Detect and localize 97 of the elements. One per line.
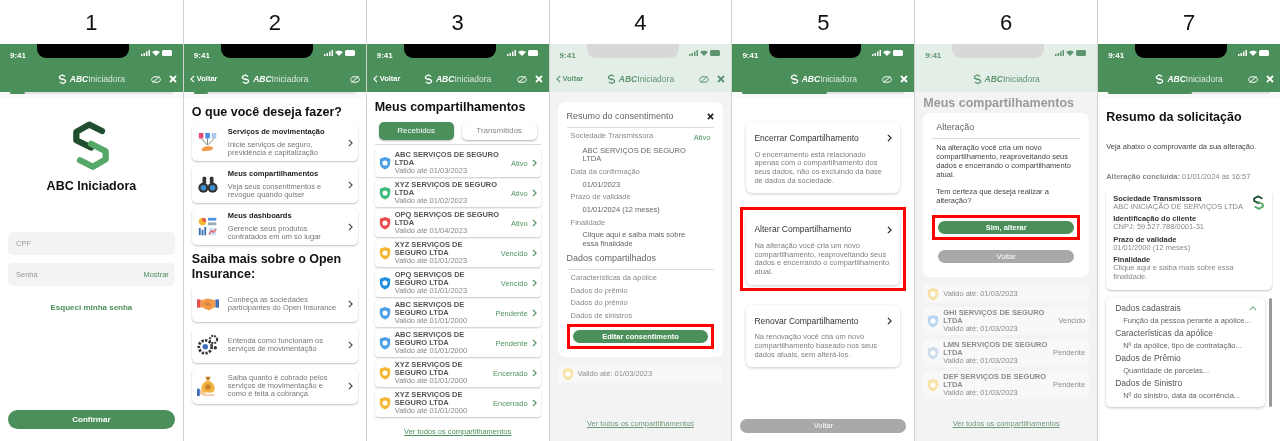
- section-title: Dados compartilhados: [566, 252, 658, 266]
- battery-icon: [1076, 50, 1088, 56]
- clock-time: 9:41: [1108, 50, 1125, 62]
- section-heading: O que você deseja fazer?: [191, 105, 343, 120]
- close-icon[interactable]: [707, 113, 715, 121]
- screen-number: 3: [451, 8, 464, 37]
- section-heading: Saiba mais sobre o Open Insurance:: [191, 252, 343, 282]
- card-title: Renovar Compartilhamento: [754, 314, 859, 328]
- battery-icon: [344, 50, 356, 56]
- chevron-icon: [887, 225, 893, 234]
- network-icon: [196, 131, 219, 154]
- screen-number: 5: [817, 8, 830, 37]
- scrollbar[interactable]: [1269, 297, 1272, 407]
- dialog-title: Resumo do consentimento: [566, 110, 674, 123]
- chevron-icon: [347, 382, 353, 391]
- clock-time: 9:41: [559, 50, 576, 62]
- battery-icon: [1259, 50, 1270, 56]
- signal-icon: [1055, 50, 1065, 56]
- page-title: Meus compartilhamentos: [374, 100, 527, 115]
- wifi-icon: [334, 50, 343, 56]
- signal-icon: [323, 50, 333, 56]
- card-title: Encerrar Compartilhamento: [754, 132, 859, 145]
- chevron-icon: [531, 219, 537, 228]
- brand-name: ABCIniciadora: [253, 72, 309, 86]
- wifi-icon: [700, 50, 709, 56]
- battery-icon: [710, 50, 722, 56]
- battery-icon: [527, 50, 539, 56]
- logo-icon: [424, 73, 433, 85]
- brand-name: ABCIniciadora: [801, 72, 857, 86]
- signal-icon: [506, 50, 516, 56]
- section-title: Características da apólice: [1115, 326, 1213, 340]
- section-title: Dados cadastrais: [1115, 301, 1181, 315]
- page-title: Resumo da solicitação: [1106, 110, 1243, 125]
- chevron-icon: [531, 249, 537, 258]
- chevron-icon: [531, 339, 537, 348]
- dialog-title: Alteração: [935, 121, 976, 135]
- chevron-icon: [555, 75, 561, 83]
- screen-number: 4: [634, 8, 647, 37]
- wifi-icon: [1066, 50, 1075, 56]
- logo-icon: [789, 73, 799, 85]
- confirm-button[interactable]: Confirmar: [8, 410, 175, 429]
- gears-icon: [196, 334, 219, 357]
- clock-time: 9:41: [193, 50, 210, 62]
- logo-icon: [241, 73, 251, 85]
- chevron-icon: [189, 75, 195, 83]
- app-title: ABC Iniciadora: [46, 179, 137, 194]
- chart-icon: [196, 215, 219, 238]
- chevron-icon: [372, 75, 378, 83]
- eye-slash-icon[interactable]: [699, 75, 710, 83]
- chevron-icon: [347, 341, 353, 350]
- signal-icon: [1238, 50, 1247, 56]
- brand-name: ABCIniciadora: [984, 72, 1040, 86]
- tab[interactable]: Transmitidos: [461, 122, 537, 141]
- signal-icon: [872, 50, 882, 56]
- chevron-icon: [531, 399, 537, 408]
- clock-time: 9:41: [10, 50, 26, 62]
- brand-name: ABCIniciadora: [436, 72, 492, 86]
- chevron-icon: [531, 189, 537, 198]
- wifi-icon: [517, 50, 526, 56]
- brand-name: ABCIniciadora: [618, 72, 675, 86]
- chevron-icon: [347, 300, 353, 309]
- wifi-icon: [1249, 50, 1257, 56]
- tab[interactable]: Recebidos: [378, 122, 454, 141]
- section-title: Dados de Prêmio: [1115, 351, 1181, 365]
- logo-icon: [972, 73, 982, 85]
- wifi-icon: [883, 50, 892, 56]
- chevron-icon: [347, 222, 353, 231]
- chevron-icon: [887, 316, 893, 325]
- page-title: Meus compartilhamentos: [923, 96, 1075, 111]
- chevron-icon: [887, 134, 893, 143]
- chevron-icon: [531, 159, 537, 168]
- forgot-password-link[interactable]: Esqueci minha senha: [50, 301, 133, 314]
- section-title: Dados de Sinistro: [1115, 376, 1183, 390]
- chevron-icon: [531, 279, 537, 288]
- signal-icon: [689, 50, 699, 56]
- chevron-icon: [531, 369, 537, 378]
- screen-number: 6: [1000, 8, 1013, 37]
- clock-time: 9:41: [925, 50, 942, 62]
- logo-icon: [1155, 73, 1165, 85]
- wifi-icon: [151, 50, 160, 56]
- clock-time: 9:41: [742, 50, 759, 62]
- logo-icon: [1252, 194, 1265, 210]
- brand-name: ABCIniciadora: [1167, 72, 1223, 86]
- brand-name: ABCIniciadora: [69, 72, 126, 86]
- screen-number: 2: [268, 8, 281, 37]
- signal-icon: [140, 50, 150, 56]
- card-title: Alterar Compartilhamento: [754, 223, 852, 236]
- logo-icon: [606, 73, 616, 85]
- logo-icon: [57, 73, 67, 85]
- battery-icon: [161, 50, 173, 56]
- battery-icon: [893, 50, 905, 56]
- chevron-icon: [347, 180, 353, 189]
- clock-time: 9:41: [376, 50, 393, 62]
- screen-number: 7: [1182, 8, 1196, 37]
- chevron-icon: [347, 138, 353, 147]
- screen-number: 1: [85, 8, 98, 37]
- chevron-icon: [531, 309, 537, 318]
